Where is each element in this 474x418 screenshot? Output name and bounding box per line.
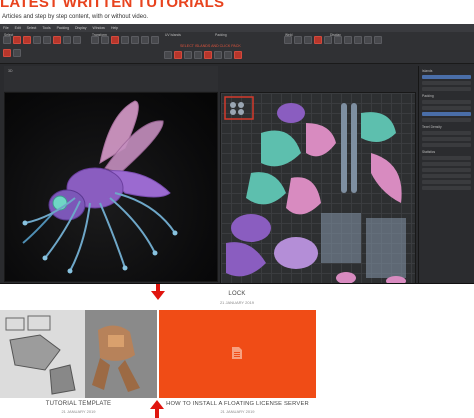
tool-group-label: UV Islands xyxy=(165,33,181,37)
arrow-up-icon xyxy=(150,400,164,418)
panel-row[interactable] xyxy=(422,137,471,141)
mech-illustration xyxy=(0,310,157,398)
card-image-floating-license[interactable] xyxy=(159,310,316,398)
tool-button xyxy=(284,36,292,44)
tool-button xyxy=(294,36,302,44)
panel-row xyxy=(422,168,471,172)
menu-item: Help xyxy=(110,26,119,30)
tool-strip xyxy=(90,35,160,61)
properties-panel[interactable]: Islands Packing Texel Density Statistics xyxy=(418,66,474,283)
page-subtitle: Articles and step by step content, with … xyxy=(2,14,149,20)
tool-button xyxy=(234,51,242,59)
card-date: 21 JANUARY 2019 xyxy=(220,409,255,414)
panel-row[interactable] xyxy=(422,118,471,122)
tool-button xyxy=(141,36,149,44)
card-image-tutorial-template[interactable] xyxy=(0,310,157,398)
app-menubar: File Edit Select Tools Packing Display W… xyxy=(0,24,474,32)
tool-button xyxy=(63,36,71,44)
panel-title: Packing xyxy=(422,94,434,98)
tool-button xyxy=(224,51,232,59)
tool-button xyxy=(111,36,119,44)
menu-item: File xyxy=(3,26,9,30)
card-date: 21 JANUARY 2019 xyxy=(61,409,96,414)
panel-row[interactable] xyxy=(422,81,471,85)
tool-button xyxy=(164,51,172,59)
tool-button xyxy=(344,36,352,44)
tool-button xyxy=(324,36,332,44)
tool-button xyxy=(53,36,61,44)
panel-row xyxy=(422,174,471,178)
tool-button xyxy=(73,36,81,44)
insect-model xyxy=(22,100,178,274)
uv-islands xyxy=(224,96,406,283)
tool-button xyxy=(33,36,41,44)
tool-button xyxy=(43,36,51,44)
panel-row xyxy=(422,180,471,184)
panel-row xyxy=(422,156,471,160)
menu-item: Packing xyxy=(56,26,70,30)
tool-button xyxy=(304,36,312,44)
tool-button xyxy=(91,36,99,44)
tool-strip xyxy=(2,35,82,61)
tool-button xyxy=(364,36,372,44)
panel-title: Islands xyxy=(422,69,433,73)
panel-row xyxy=(422,162,471,166)
tool-button xyxy=(314,36,322,44)
panel-row[interactable] xyxy=(422,75,471,79)
viewport-3d[interactable] xyxy=(4,92,218,282)
panel-row[interactable] xyxy=(422,143,471,147)
tool-button xyxy=(214,51,222,59)
panel-row[interactable] xyxy=(422,131,471,135)
tool-button xyxy=(194,51,202,59)
panel-title: Statistics xyxy=(422,150,436,154)
tool-button xyxy=(3,49,11,57)
menu-item: Edit xyxy=(14,26,21,30)
menu-item: Window xyxy=(92,26,105,30)
tool-button xyxy=(101,36,109,44)
tool-button xyxy=(13,36,21,44)
viewport-3d-header: 3D xyxy=(4,66,218,91)
panel-row xyxy=(422,186,471,190)
tutorial-screenshot[interactable]: File Edit Select Tools Packing Display W… xyxy=(0,24,474,284)
tool-button xyxy=(13,49,21,57)
featured-date: 21 JANUARY 2019 xyxy=(219,300,255,305)
viewport-3d-label: 3D xyxy=(8,69,13,73)
panel-row[interactable] xyxy=(422,87,471,91)
panel-row[interactable] xyxy=(422,100,471,104)
card-title[interactable]: TUTORIAL TEMPLATE xyxy=(0,401,157,407)
tool-button xyxy=(151,36,159,44)
menu-item: Tools xyxy=(42,26,51,30)
card-title[interactable]: HOW TO INSTALL A FLOATING LICENSE SERVER xyxy=(159,401,316,407)
app-toolbar: Select Transform UV Islands Packing SELE… xyxy=(0,32,474,64)
tool-strip xyxy=(283,35,413,61)
tool-button xyxy=(334,36,342,44)
featured-title[interactable]: LOCK xyxy=(137,291,337,297)
tool-group-label: Packing xyxy=(215,33,227,37)
tool-button xyxy=(354,36,362,44)
panel-row[interactable] xyxy=(422,112,471,116)
tool-button xyxy=(204,51,212,59)
tool-button xyxy=(374,36,382,44)
highlight-hint: SELECT ISLANDS AND CLICK PACK xyxy=(180,44,241,48)
panel-row[interactable] xyxy=(422,106,471,110)
document-icon xyxy=(232,347,242,359)
tool-button xyxy=(121,36,129,44)
menu-item: Display xyxy=(75,26,87,30)
tool-button xyxy=(184,51,192,59)
panel-title: Texel Density xyxy=(422,125,442,129)
tool-button xyxy=(3,36,11,44)
page-title: LATEST WRITTEN TUTORIALS xyxy=(0,0,225,11)
viewport-uv[interactable] xyxy=(220,92,416,283)
tool-button xyxy=(23,36,31,44)
tool-strip xyxy=(163,50,283,62)
menu-item: Select xyxy=(26,26,37,30)
tool-button xyxy=(131,36,139,44)
tool-button xyxy=(174,51,182,59)
